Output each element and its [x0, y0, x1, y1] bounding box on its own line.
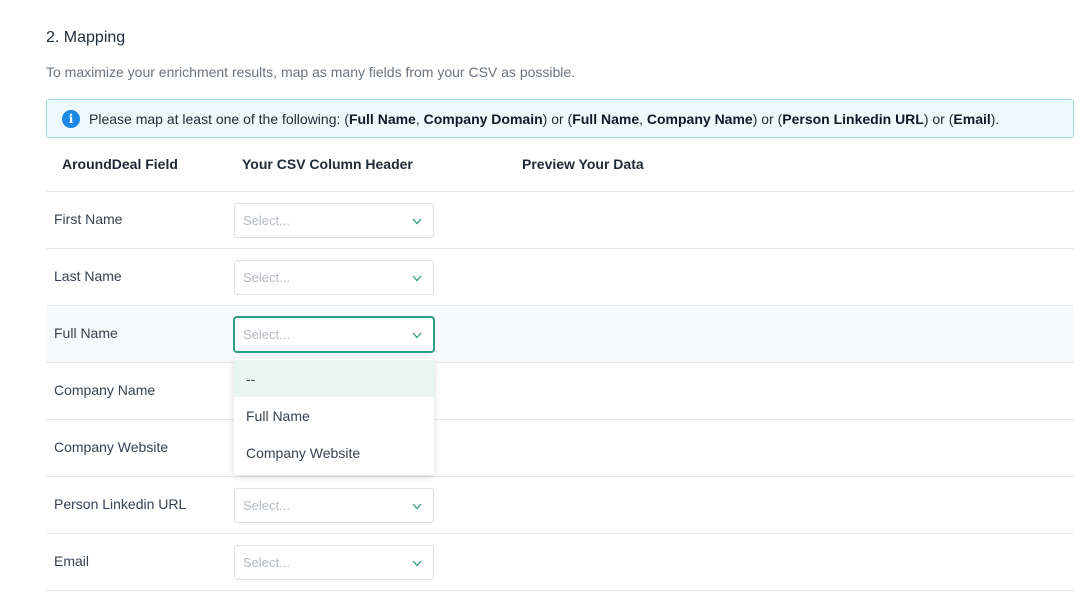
select-placeholder: Select...: [243, 327, 290, 342]
chevron-down-icon: [412, 503, 422, 510]
chevron-down-icon: [412, 560, 422, 567]
table-row: Company Website: [46, 420, 1074, 477]
dropdown-option-full-name[interactable]: Full Name: [234, 397, 434, 434]
table-header: AroundDeal Field Your CSV Column Header …: [46, 142, 1074, 192]
header-csv-column: Your CSV Column Header: [242, 156, 413, 172]
field-label: Company Name: [54, 382, 156, 398]
header-preview-data: Preview Your Data: [522, 156, 644, 172]
info-icon: i: [62, 109, 80, 128]
field-label: Person Linkedin URL: [54, 496, 187, 512]
select-placeholder: Select...: [243, 213, 290, 228]
dropdown-option-empty[interactable]: --: [234, 360, 434, 397]
csv-column-select[interactable]: Select...: [234, 317, 434, 352]
csv-column-select[interactable]: Select...: [234, 488, 434, 523]
select-placeholder: Select...: [243, 555, 290, 570]
select-dropdown-menu: -- Full Name Company Website: [234, 358, 434, 475]
info-banner: i Please map at least one of the followi…: [46, 99, 1074, 138]
header-aroundeal-field: AroundDeal Field: [62, 156, 178, 172]
field-label: Company Website: [54, 439, 169, 455]
csv-column-select[interactable]: Select...: [234, 260, 434, 295]
csv-column-select[interactable]: Select...: [234, 545, 434, 580]
table-row: Last Name Select...: [46, 249, 1074, 306]
section-title: 2. Mapping: [46, 29, 126, 46]
chevron-down-icon: [412, 275, 422, 282]
select-placeholder: Select...: [243, 498, 290, 513]
table-row: Email Select...: [46, 534, 1074, 591]
section-description: To maximize your enrichment results, map…: [46, 64, 576, 80]
table-row: Person Linkedin URL Select...: [46, 477, 1074, 534]
table-row: First Name Select...: [46, 192, 1074, 249]
field-label: Email: [54, 553, 90, 569]
field-label: First Name: [54, 211, 123, 227]
chevron-down-icon: [412, 218, 422, 225]
table-row: Full Name Select...: [46, 306, 1074, 363]
csv-column-select[interactable]: Select...: [234, 203, 434, 238]
dropdown-option-company-website[interactable]: Company Website: [234, 434, 434, 471]
field-label: Full Name: [54, 325, 118, 341]
chevron-down-icon: [412, 332, 422, 339]
select-placeholder: Select...: [243, 270, 290, 285]
mapping-table: AroundDeal Field Your CSV Column Header …: [46, 142, 1074, 591]
field-label: Last Name: [54, 268, 122, 284]
table-row: Company Name: [46, 363, 1074, 420]
banner-text: Please map at least one of the following…: [89, 110, 1000, 127]
